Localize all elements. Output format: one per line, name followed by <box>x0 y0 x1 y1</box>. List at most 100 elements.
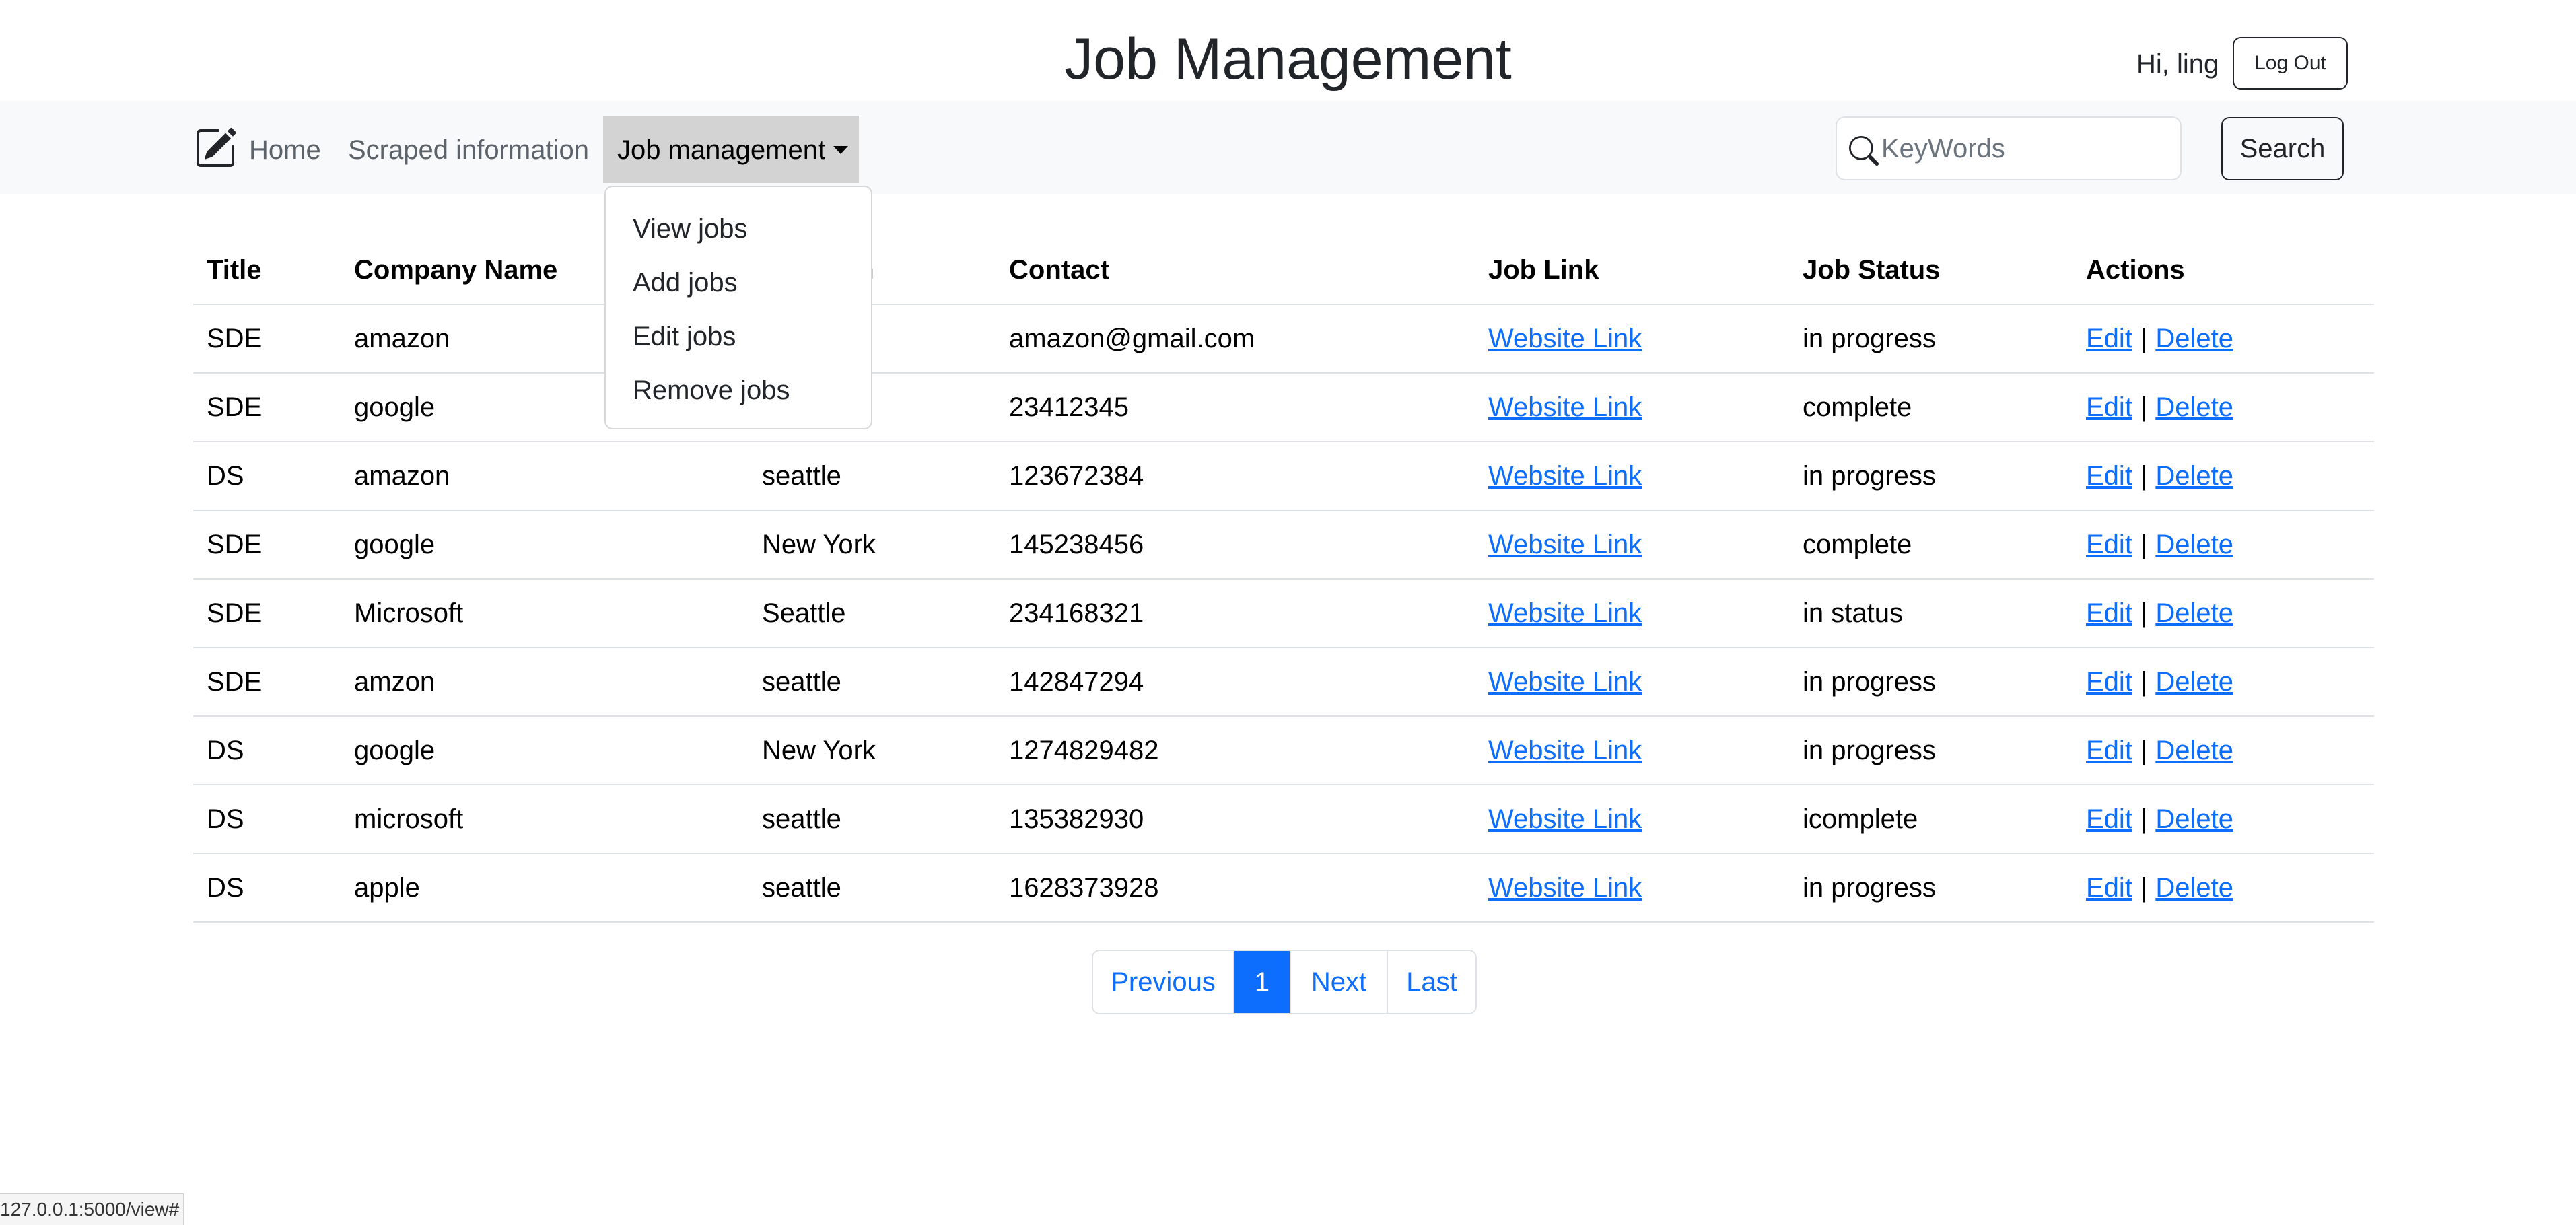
cell-contact: 135382930 <box>996 785 1475 854</box>
cell-job-link: Website Link <box>1475 510 1789 580</box>
cell-job-link: Website Link <box>1475 648 1789 717</box>
cell-actions: Edit | Delete <box>2073 373 2374 442</box>
cell-status: in progress <box>1789 853 2073 923</box>
delete-link[interactable]: Delete <box>2155 804 2233 834</box>
user-greeting: Hi, ling <box>2136 49 2219 79</box>
website-link[interactable]: Website Link <box>1488 530 1642 559</box>
edit-link[interactable]: Edit <box>2086 804 2132 834</box>
cell-company: google <box>341 510 749 580</box>
cell-job-link: Website Link <box>1475 785 1789 854</box>
website-link[interactable]: Website Link <box>1488 736 1642 765</box>
action-separator: | <box>2140 323 2148 353</box>
search-input[interactable] <box>1880 126 2169 172</box>
website-link[interactable]: Website Link <box>1488 598 1642 628</box>
website-link[interactable]: Website Link <box>1488 324 1642 353</box>
cell-contact: 145238456 <box>996 510 1475 580</box>
delete-link[interactable]: Delete <box>2155 530 2233 559</box>
delete-link[interactable]: Delete <box>2155 736 2233 765</box>
cell-job-link: Website Link <box>1475 579 1789 648</box>
dropdown-item-edit-jobs[interactable]: Edit jobs <box>606 310 871 363</box>
edit-link[interactable]: Edit <box>2086 530 2132 559</box>
pagination-next[interactable]: Next <box>1291 951 1388 1013</box>
column-header-job-link: Job Link <box>1475 237 1789 305</box>
website-link[interactable]: Website Link <box>1488 461 1642 491</box>
table-row: SDE amazon amazon@gmail.com Website Link… <box>193 304 2374 374</box>
nav-home[interactable]: Home <box>249 133 321 167</box>
cell-contact: 1628373928 <box>996 853 1475 923</box>
cell-company: microsoft <box>341 785 749 854</box>
cell-location: New York <box>749 716 996 785</box>
delete-link[interactable]: Delete <box>2155 392 2233 422</box>
delete-link[interactable]: Delete <box>2155 873 2233 903</box>
action-separator: | <box>2140 392 2148 422</box>
pagination-last[interactable]: Last <box>1388 951 1475 1013</box>
action-separator: | <box>2140 598 2148 628</box>
cell-location: seattle <box>749 648 996 717</box>
cell-location: seattle <box>749 853 996 923</box>
website-link[interactable]: Website Link <box>1488 804 1642 834</box>
search-button[interactable]: Search <box>2221 117 2344 180</box>
cell-contact: 123672384 <box>996 442 1475 511</box>
delete-link[interactable]: Delete <box>2155 461 2233 491</box>
column-header-actions: Actions <box>2073 237 2374 305</box>
cell-actions: Edit | Delete <box>2073 304 2374 374</box>
cell-actions: Edit | Delete <box>2073 716 2374 785</box>
cell-actions: Edit | Delete <box>2073 510 2374 580</box>
cell-title: DS <box>193 853 341 923</box>
table-row: DS google New York 1274829482 Website Li… <box>193 716 2374 785</box>
cell-location: seattle <box>749 785 996 854</box>
cell-title: DS <box>193 716 341 785</box>
action-separator: | <box>2140 804 2148 834</box>
cell-actions: Edit | Delete <box>2073 785 2374 854</box>
logout-button[interactable]: Log Out <box>2233 37 2348 90</box>
cell-actions: Edit | Delete <box>2073 648 2374 717</box>
cell-status: in status <box>1789 579 2073 648</box>
edit-link[interactable]: Edit <box>2086 461 2132 491</box>
action-separator: | <box>2140 872 2148 903</box>
cell-title: SDE <box>193 579 341 648</box>
cell-contact: 23412345 <box>996 373 1475 442</box>
cell-company: apple <box>341 853 749 923</box>
pagination-previous[interactable]: Previous <box>1093 951 1234 1013</box>
cell-title: SDE <box>193 304 341 374</box>
table-row: DS apple seattle 1628373928 Website Link… <box>193 853 2374 923</box>
nav-job-management-dropdown[interactable]: Job management <box>603 116 859 183</box>
edit-link[interactable]: Edit <box>2086 324 2132 353</box>
table-row: SDE google 23412345 Website Link complet… <box>193 373 2374 442</box>
column-header-title: Title <box>193 237 341 305</box>
dropdown-item-add-jobs[interactable]: Add jobs <box>606 256 871 310</box>
cell-location: seattle <box>749 442 996 511</box>
pagination-page-current[interactable]: 1 <box>1234 951 1291 1013</box>
cell-status: in progress <box>1789 442 2073 511</box>
cell-status: complete <box>1789 373 2073 442</box>
cell-contact: amazon@gmail.com <box>996 304 1475 374</box>
dropdown-item-remove-jobs[interactable]: Remove jobs <box>606 363 871 417</box>
cell-status: in progress <box>1789 304 2073 374</box>
cell-company: Microsoft <box>341 579 749 648</box>
cell-status: in progress <box>1789 716 2073 785</box>
search-box <box>1836 116 2182 180</box>
cell-location: Seattle <box>749 579 996 648</box>
edit-link[interactable]: Edit <box>2086 392 2132 422</box>
column-header-contact: Contact <box>996 237 1475 305</box>
website-link[interactable]: Website Link <box>1488 873 1642 903</box>
edit-link[interactable]: Edit <box>2086 667 2132 697</box>
delete-link[interactable]: Delete <box>2155 324 2233 353</box>
table-row: SDE amzon seattle 142847294 Website Link… <box>193 648 2374 717</box>
edit-square-icon[interactable] <box>194 127 237 170</box>
website-link[interactable]: Website Link <box>1488 392 1642 422</box>
website-link[interactable]: Website Link <box>1488 667 1642 697</box>
cell-contact: 234168321 <box>996 579 1475 648</box>
cell-location: New York <box>749 510 996 580</box>
search-icon <box>1849 136 1879 166</box>
dropdown-item-view-jobs[interactable]: View jobs <box>606 202 871 256</box>
delete-link[interactable]: Delete <box>2155 667 2233 697</box>
cell-company: google <box>341 716 749 785</box>
jobs-table: Title Company Name Location Contact Job … <box>193 237 2374 923</box>
delete-link[interactable]: Delete <box>2155 598 2233 628</box>
edit-link[interactable]: Edit <box>2086 873 2132 903</box>
edit-link[interactable]: Edit <box>2086 736 2132 765</box>
nav-scraped-information[interactable]: Scraped information <box>348 133 589 167</box>
cell-actions: Edit | Delete <box>2073 442 2374 511</box>
edit-link[interactable]: Edit <box>2086 598 2132 628</box>
